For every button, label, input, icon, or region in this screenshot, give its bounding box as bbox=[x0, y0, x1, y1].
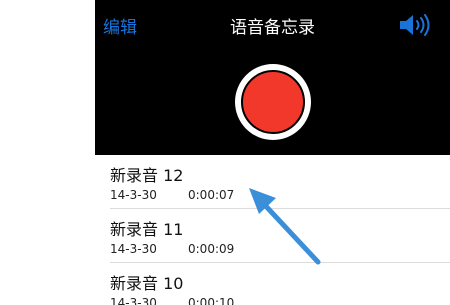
record-dot-icon bbox=[241, 70, 305, 134]
recording-date: 14-3-30 bbox=[110, 242, 157, 256]
recording-row[interactable]: 新录音 10 14-3-30 0:00:10 bbox=[95, 263, 450, 305]
recording-date: 14-3-30 bbox=[110, 296, 157, 305]
recorder-header: 编辑 语音备忘录 bbox=[95, 0, 450, 155]
recording-row[interactable]: 新录音 11 14-3-30 0:00:09 bbox=[95, 209, 450, 263]
recording-row[interactable]: 新录音 12 14-3-30 0:00:07 bbox=[95, 155, 450, 209]
recording-name: 新录音 11 bbox=[110, 220, 184, 239]
recording-duration: 0:00:09 bbox=[188, 242, 235, 256]
page-title: 语音备忘录 bbox=[230, 18, 315, 38]
recording-date: 14-3-30 bbox=[110, 188, 157, 202]
recording-duration: 0:00:07 bbox=[188, 188, 235, 202]
speaker-button[interactable] bbox=[398, 13, 432, 37]
speaker-icon bbox=[400, 14, 430, 36]
recording-name: 新录音 10 bbox=[110, 274, 184, 293]
recordings-list: 新录音 12 14-3-30 0:00:07 新录音 11 14-3-30 0:… bbox=[95, 155, 450, 305]
voice-memos-screen: 编辑 语音备忘录 新录音 12 14-3-30 0:00:07 新录音 11 1… bbox=[95, 0, 450, 305]
record-button[interactable] bbox=[235, 64, 311, 140]
recording-name: 新录音 12 bbox=[110, 166, 184, 185]
recording-duration: 0:00:10 bbox=[188, 296, 235, 305]
screenshot-stage: 编辑 语音备忘录 新录音 12 14-3-30 0:00:07 新录音 11 1… bbox=[0, 0, 450, 305]
